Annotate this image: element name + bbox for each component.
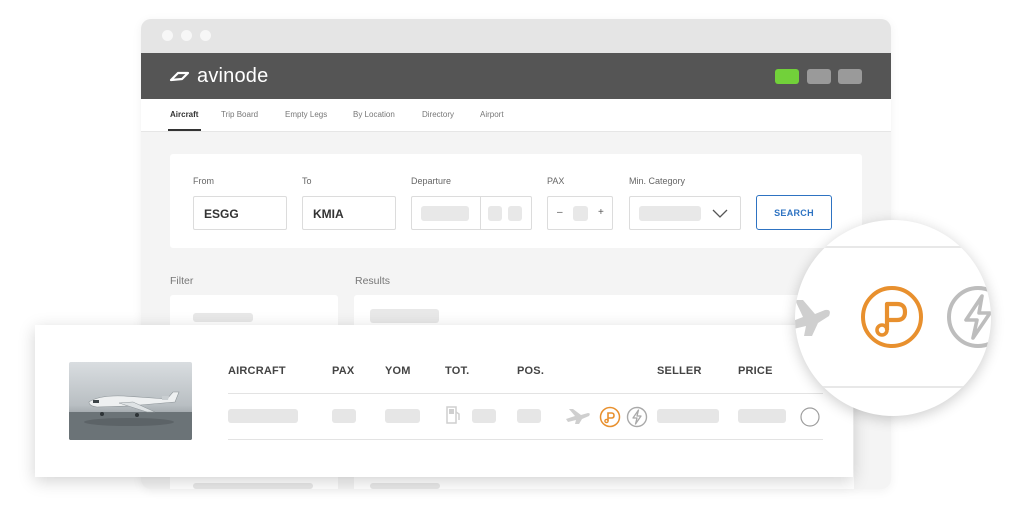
row-divider <box>228 439 823 440</box>
date-placeholder <box>421 206 469 221</box>
price-cell-placeholder <box>738 409 786 423</box>
header-divider <box>228 393 823 394</box>
jet-image <box>69 362 192 440</box>
lightning-icon-large <box>947 286 991 348</box>
plane-icon <box>566 409 590 424</box>
fuel-pump-icon <box>446 406 460 424</box>
pax-label: PAX <box>547 176 565 186</box>
window-dot-maximize[interactable] <box>200 30 211 41</box>
tot-cell-placeholder <box>472 409 496 423</box>
col-header-tot[interactable]: TOT. <box>445 365 469 377</box>
results-placeholder-bottom <box>370 483 440 489</box>
seller-cell-placeholder <box>657 409 719 423</box>
window-dot-close[interactable] <box>162 30 173 41</box>
results-heading: Results <box>355 275 391 287</box>
results-placeholder <box>370 309 439 323</box>
chevron-down-icon <box>712 209 728 218</box>
tab-airport[interactable]: Airport <box>480 110 504 119</box>
search-panel: From ESGG To KMIA Departure PAX – + Min.… <box>170 154 862 248</box>
departure-label: Departure <box>411 176 452 186</box>
pax-cell-placeholder <box>332 409 356 423</box>
pax-increment[interactable]: + <box>598 207 604 218</box>
col-header-pos[interactable]: POS. <box>517 365 544 377</box>
filter-heading: Filter <box>170 275 194 287</box>
departure-field[interactable] <box>411 196 532 230</box>
aircraft-cell-placeholder <box>228 409 298 423</box>
col-header-yom[interactable]: YOM <box>385 365 411 377</box>
active-tab-indicator <box>168 129 201 131</box>
to-value: KMIA <box>313 207 344 221</box>
tab-by-location[interactable]: By Location <box>353 110 395 119</box>
from-label: From <box>193 176 214 186</box>
magnifier-callout <box>795 220 991 416</box>
from-value: ESGG <box>204 207 239 221</box>
aircraft-photo <box>69 362 192 440</box>
yom-cell-placeholder <box>385 409 420 423</box>
magnifier-line-top <box>795 246 991 248</box>
avinode-logo-icon <box>169 71 190 83</box>
result-row-card: AIRCRAFT PAX YOM TOT. POS. SELLER PRICE <box>35 325 853 477</box>
pax-value-placeholder <box>573 206 588 221</box>
tab-aircraft[interactable]: Aircraft <box>170 110 198 119</box>
col-header-price[interactable]: PRICE <box>738 365 773 377</box>
col-header-pax[interactable]: PAX <box>332 365 354 377</box>
tab-directory[interactable]: Directory <box>422 110 454 119</box>
departure-divider <box>480 197 481 229</box>
pax-decrement[interactable]: – <box>557 207 563 218</box>
avinode-logo[interactable]: avinode <box>169 65 268 87</box>
tab-trip-board[interactable]: Trip Board <box>221 110 258 119</box>
header-gray-button-2[interactable] <box>838 69 862 84</box>
window-titlebar <box>141 19 891 53</box>
brand-name: avinode <box>197 64 269 87</box>
main-nav: Aircraft Trip Board Empty Legs By Locati… <box>141 99 891 132</box>
pax-stepper[interactable]: – + <box>547 196 613 230</box>
tab-empty-legs[interactable]: Empty Legs <box>285 110 327 119</box>
time-hour-placeholder <box>488 206 502 221</box>
p-badge-icon-large <box>861 286 923 348</box>
select-radio[interactable] <box>799 406 821 428</box>
header-gray-button-1[interactable] <box>807 69 831 84</box>
magnifier-line-bottom <box>795 386 991 388</box>
search-button[interactable]: SEARCH <box>756 195 832 230</box>
status-green-button[interactable] <box>775 69 799 84</box>
p-badge-icon[interactable] <box>599 406 621 428</box>
plane-icon-large <box>795 300 830 336</box>
time-minute-placeholder <box>508 206 522 221</box>
lightning-icon[interactable] <box>626 406 648 428</box>
category-select[interactable] <box>629 196 741 230</box>
filter-placeholder-bottom <box>193 483 313 489</box>
col-header-aircraft[interactable]: AIRCRAFT <box>228 365 286 377</box>
from-field[interactable]: ESGG <box>193 196 287 230</box>
filter-placeholder <box>193 313 253 322</box>
to-label: To <box>302 176 312 186</box>
to-field[interactable]: KMIA <box>302 196 396 230</box>
app-header: avinode <box>141 53 891 99</box>
category-label: Min. Category <box>629 176 686 186</box>
category-placeholder <box>639 206 701 221</box>
pos-cell-placeholder <box>517 409 541 423</box>
window-dot-minimize[interactable] <box>181 30 192 41</box>
col-header-seller[interactable]: SELLER <box>657 365 702 377</box>
